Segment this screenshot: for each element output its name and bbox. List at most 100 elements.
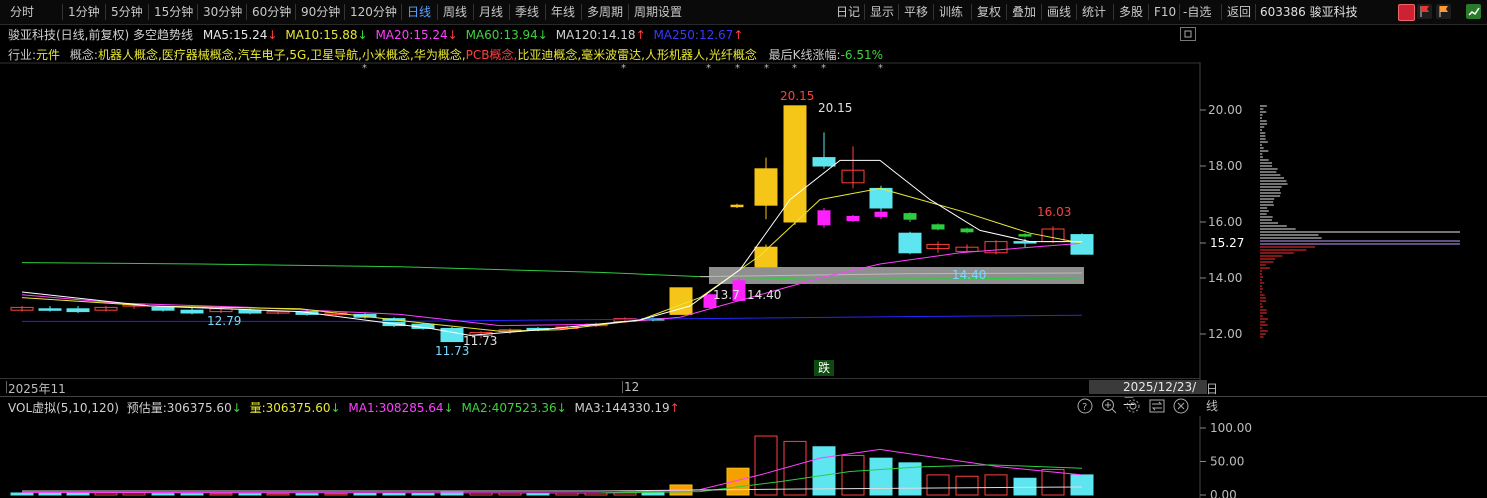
- period-quarterly[interactable]: 季线: [515, 3, 539, 21]
- btn-add-watchlist[interactable]: -自选: [1183, 3, 1211, 21]
- btn-draw[interactable]: 画线: [1047, 3, 1071, 21]
- candle[interactable]: [39, 309, 61, 311]
- volume-bar[interactable]: [755, 436, 777, 495]
- btn-multi-stock[interactable]: 多股: [1119, 3, 1143, 21]
- zoom-in-icon[interactable]: [1101, 398, 1117, 414]
- volume-bar[interactable]: [181, 494, 203, 495]
- concept-item[interactable]: 5G,: [289, 48, 310, 62]
- volume-bar[interactable]: [784, 441, 806, 495]
- concept-item[interactable]: 华为概念,: [414, 48, 466, 62]
- candle[interactable]: [961, 229, 973, 232]
- period-90min[interactable]: 90分钟: [301, 3, 340, 21]
- volume-bar[interactable]: [239, 494, 261, 495]
- volume-bar[interactable]: [1071, 475, 1093, 495]
- period-15min[interactable]: 15分钟: [154, 3, 193, 21]
- btn-back[interactable]: 返回: [1227, 3, 1251, 21]
- candle[interactable]: [152, 307, 174, 310]
- candle[interactable]: [899, 233, 921, 253]
- period-weekly[interactable]: 周线: [443, 3, 467, 21]
- candle[interactable]: [904, 214, 916, 220]
- period-60min[interactable]: 60分钟: [252, 3, 291, 21]
- concept-item[interactable]: 汽车电子,: [238, 48, 290, 62]
- candle[interactable]: [875, 212, 887, 216]
- concept-item[interactable]: 人形机器人,: [645, 48, 709, 62]
- btn-f10[interactable]: F10: [1154, 3, 1176, 21]
- help-icon[interactable]: ?: [1077, 398, 1093, 414]
- volume-bar[interactable]: [1014, 478, 1036, 495]
- volume-bar[interactable]: [1042, 470, 1064, 495]
- period-daily[interactable]: 日线: [407, 3, 431, 21]
- candle[interactable]: [441, 328, 463, 341]
- period-1min[interactable]: 1分钟: [68, 3, 100, 21]
- concept-item[interactable]: 机器人概念,: [98, 48, 162, 62]
- volume-bar[interactable]: [210, 494, 232, 495]
- candle[interactable]: [818, 211, 830, 225]
- svg-text:*: *: [792, 63, 797, 74]
- volume-bar[interactable]: [727, 468, 749, 495]
- candle[interactable]: [813, 158, 835, 166]
- flag-red-icon[interactable]: [1417, 4, 1432, 19]
- volume-bar[interactable]: [813, 447, 835, 495]
- swap-icon[interactable]: [1149, 398, 1165, 414]
- close-icon[interactable]: [1173, 398, 1189, 414]
- candle[interactable]: [181, 310, 203, 313]
- candle[interactable]: [784, 106, 806, 222]
- btn-stats[interactable]: 统计: [1082, 3, 1106, 21]
- volume-bar[interactable]: [67, 493, 89, 495]
- volume-bar[interactable]: [870, 458, 892, 495]
- volume-chart[interactable]: 100.00 50.00 0.00: [0, 416, 1487, 498]
- volume-bar[interactable]: [614, 493, 636, 495]
- price-chart[interactable]: * * * * * * * * 20.00 18.00 16.00 14.00 12.00 15.27: [0, 62, 1487, 398]
- volume-bar[interactable]: [95, 493, 117, 495]
- concept-item[interactable]: 毫米波雷达,: [581, 48, 645, 62]
- candle[interactable]: [755, 169, 777, 205]
- volume-profile: [1260, 106, 1460, 337]
- btn-pan[interactable]: 平移: [904, 3, 928, 21]
- candle[interactable]: [932, 225, 944, 229]
- volume-bar[interactable]: [354, 493, 376, 495]
- period-5min[interactable]: 5分钟: [111, 3, 143, 21]
- volume-bar[interactable]: [985, 475, 1007, 495]
- volume-bar[interactable]: [296, 494, 318, 495]
- volume-bar[interactable]: [39, 493, 61, 495]
- concept-item[interactable]: 光纤概念: [709, 48, 757, 62]
- period-yearly[interactable]: 年线: [551, 3, 575, 21]
- candle[interactable]: [847, 216, 859, 220]
- candle[interactable]: [1071, 235, 1093, 255]
- period-monthly[interactable]: 月线: [479, 3, 503, 21]
- period-120min[interactable]: 120分钟: [350, 3, 397, 21]
- period-multi[interactable]: 多周期: [587, 3, 623, 21]
- period-settings[interactable]: 周期设置: [634, 3, 682, 21]
- volume-bar[interactable]: [956, 476, 978, 495]
- app-icon-1[interactable]: [1398, 4, 1415, 21]
- btn-adjust[interactable]: 复权: [977, 3, 1001, 21]
- app-icon-2[interactable]: [1466, 4, 1481, 19]
- ma120-arrow: ↑: [636, 28, 646, 42]
- volume-bar[interactable]: [927, 475, 949, 495]
- concept-item[interactable]: 卫星导航,: [310, 48, 362, 62]
- price-tick: 20.00: [1208, 103, 1242, 117]
- candle[interactable]: [67, 309, 89, 312]
- volume-bar[interactable]: [325, 494, 347, 495]
- period-fenshi[interactable]: 分时: [10, 3, 34, 21]
- flag-orange-icon[interactable]: [1436, 4, 1451, 19]
- period-30min[interactable]: 30分钟: [203, 3, 242, 21]
- candle[interactable]: [731, 205, 743, 207]
- volume-bar[interactable]: [11, 493, 33, 495]
- candle[interactable]: [239, 310, 261, 313]
- volume-bar[interactable]: [123, 493, 145, 495]
- btn-training[interactable]: 训练: [939, 3, 963, 21]
- concept-item[interactable]: 小米概念,: [362, 48, 414, 62]
- volume-bar[interactable]: [383, 493, 405, 495]
- btn-diary[interactable]: 日记: [836, 3, 860, 21]
- concept-item[interactable]: PCB概念,: [466, 48, 518, 62]
- collapse-icon[interactable]: [1180, 27, 1196, 41]
- btn-display[interactable]: 显示: [870, 3, 894, 21]
- candle[interactable]: [1019, 235, 1031, 237]
- volume-bar[interactable]: [152, 494, 174, 495]
- btn-overlay[interactable]: 叠加: [1012, 3, 1036, 21]
- settings-icon[interactable]: [1125, 398, 1141, 414]
- volume-bar[interactable]: [267, 494, 289, 495]
- concept-item[interactable]: 比亚迪概念,: [517, 48, 581, 62]
- concept-item[interactable]: 医疗器械概念,: [162, 48, 238, 62]
